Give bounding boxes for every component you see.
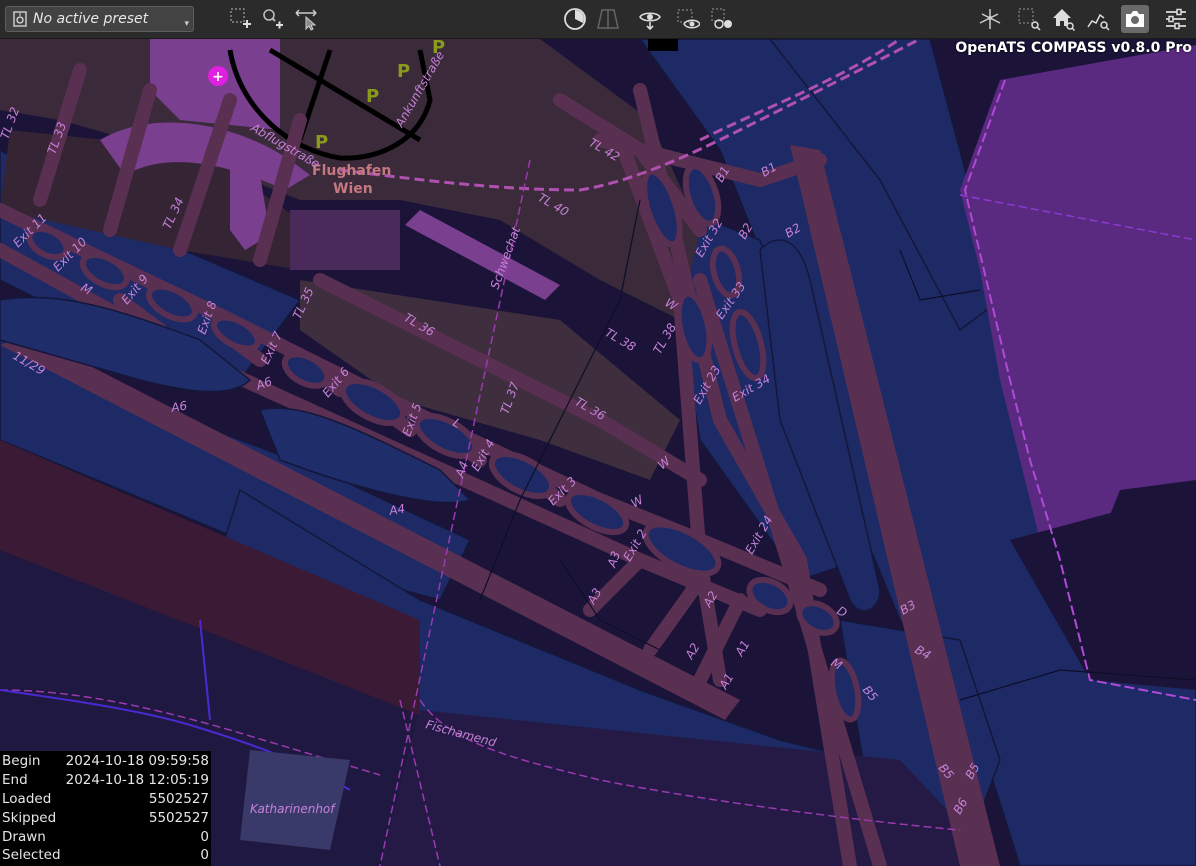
filter-icon	[597, 9, 619, 29]
stats-end-value: 2024-10-18 12:05:19	[65, 772, 209, 788]
app-title: OpenATS COMPASS v0.8.0 Pro	[955, 40, 1192, 56]
view-compare-button[interactable]	[708, 5, 736, 33]
view-show-button[interactable]	[674, 5, 702, 33]
stats-row-drawn: Drawn 0	[2, 829, 209, 848]
svg-text:A6: A6	[169, 398, 188, 415]
svg-text:A4: A4	[387, 501, 406, 518]
stats-row-begin: Begin 2024-10-18 09:59:58	[2, 753, 209, 772]
view-button[interactable]	[636, 5, 664, 33]
zoom-rect-button[interactable]	[1015, 5, 1043, 33]
select-rectangle-button[interactable]	[226, 5, 254, 33]
svg-text:P: P	[315, 132, 328, 153]
3d-view-button[interactable]	[976, 5, 1004, 33]
stats-row-selected: Selected 0	[2, 847, 209, 866]
map-view[interactable]: + P P P P Flughafen Wien Abflugstraße An…	[0, 39, 1196, 866]
svg-text:P: P	[366, 86, 379, 107]
label-city: Wien	[333, 181, 373, 197]
stats-row-loaded: Loaded 5502527	[2, 791, 209, 810]
stats-selected-label: Selected	[2, 847, 61, 863]
stats-end-label: End	[2, 772, 28, 788]
pan-measure-icon	[295, 9, 317, 31]
stats-row-end: End 2024-10-18 12:05:19	[2, 772, 209, 791]
view-compare-icon	[711, 8, 732, 29]
label-katharinenhof: Katharinenhof	[250, 802, 336, 816]
view-icon	[639, 12, 661, 31]
stats-drawn-value: 0	[200, 829, 209, 845]
chevron-down-icon: ▾	[184, 19, 189, 29]
stats-row-skipped: Skipped 5502527	[2, 810, 209, 829]
home-icon	[1053, 9, 1075, 31]
home-button[interactable]	[1049, 5, 1077, 33]
stats-loaded-value: 5502527	[148, 791, 209, 807]
timeline-icon	[564, 8, 586, 30]
zoom-rect-icon	[1018, 8, 1041, 31]
pan-measure-button[interactable]	[292, 5, 320, 33]
svg-text:+: +	[212, 69, 224, 85]
preset-label: No active preset	[33, 11, 149, 27]
settings-button[interactable]	[1162, 5, 1190, 33]
stats-selected-value: 0	[200, 847, 209, 863]
stats-skipped-label: Skipped	[2, 810, 57, 826]
stats-drawn-label: Drawn	[2, 829, 46, 845]
preset-icon	[13, 11, 27, 27]
filter-button[interactable]	[594, 5, 622, 33]
select-rectangle-icon	[230, 8, 251, 28]
stats-loaded-label: Loaded	[2, 791, 52, 807]
toolbar: No active preset ▾	[0, 0, 1196, 39]
timeline-button[interactable]	[561, 5, 589, 33]
stats-panel: Begin 2024-10-18 09:59:58 End 2024-10-18…	[0, 751, 211, 866]
settings-sliders-icon	[1166, 8, 1186, 30]
zoom-data-icon	[1087, 13, 1110, 31]
camera-icon	[1126, 11, 1144, 27]
preset-dropdown[interactable]: No active preset ▾	[5, 6, 194, 32]
zoom-select-icon	[263, 9, 283, 29]
zoom-select-button[interactable]	[258, 5, 286, 33]
stats-begin-value: 2024-10-18 09:59:58	[65, 753, 209, 769]
svg-text:P: P	[397, 61, 410, 82]
zoom-data-button[interactable]	[1084, 5, 1112, 33]
stats-skipped-value: 5502527	[148, 810, 209, 826]
stats-begin-label: Begin	[2, 753, 41, 769]
screenshot-button[interactable]	[1121, 5, 1149, 33]
3d-view-icon	[979, 9, 1001, 29]
label-airport: Flughafen	[312, 163, 391, 179]
view-show-icon	[677, 9, 700, 29]
